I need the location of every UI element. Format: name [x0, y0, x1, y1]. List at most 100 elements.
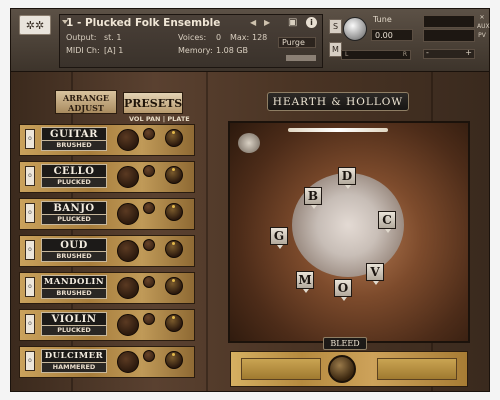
instrument-header: ✲✲ 1 - Plucked Folk Ensemble ◀ ▶ ▣ i Out… [11, 9, 490, 72]
instrument-info-box: 1 - Plucked Folk Ensemble ◀ ▶ ▣ i Output… [59, 14, 323, 68]
plate-reverb-knob[interactable] [165, 203, 183, 221]
mic-position-b[interactable]: B [304, 187, 322, 209]
articulation-label[interactable]: BRUSHED [41, 141, 107, 151]
bleed-right-slot [377, 358, 457, 380]
pan-left-label: L [345, 51, 349, 58]
arrange-label: ARRANGE [63, 93, 109, 103]
instrument-nameplate[interactable]: GUITAR BRUSHED [41, 127, 107, 153]
row-enable-toggle[interactable]: o [25, 314, 35, 334]
plate-reverb-knob[interactable] [165, 314, 183, 332]
articulation-label[interactable]: PLUCKED [41, 178, 107, 188]
pan-knob[interactable] [143, 128, 155, 140]
presets-button[interactable]: PRESETS [123, 92, 183, 114]
articulation-label[interactable]: BRUSHED [41, 289, 107, 299]
next-instrument-icon[interactable]: ▶ [264, 18, 270, 27]
midi-channel-value[interactable]: [A] 1 [104, 46, 123, 55]
articulation-label[interactable]: PLUCKED [41, 215, 107, 225]
instrument-body: ARRANGE ADJUST PRESETS VOL PAN | PLATE o… [11, 72, 489, 391]
plate-reverb-knob[interactable] [165, 351, 183, 369]
row-enable-toggle[interactable]: o [25, 166, 35, 186]
instrument-name[interactable]: 1 - Plucked Folk Ensemble [66, 17, 220, 29]
instrument-name-label: CELLO [41, 164, 107, 178]
instrument-name-label: VIOLIN [41, 312, 107, 326]
solo-button[interactable]: S [329, 19, 342, 34]
volume-knob[interactable] [117, 351, 139, 373]
instrument-nameplate[interactable]: CELLO PLUCKED [41, 164, 107, 190]
bleed-knob[interactable] [328, 355, 356, 383]
plate-reverb-knob[interactable] [165, 277, 183, 295]
instrument-row: o OUD BRUSHED [19, 235, 195, 267]
instrument-row: o CELLO PLUCKED [19, 161, 195, 193]
info-icon[interactable]: i [306, 17, 317, 28]
row-enable-toggle[interactable]: o [25, 203, 35, 223]
volume-plus-label: + [465, 48, 472, 57]
instrument-name-label: DULCIMER [41, 349, 107, 363]
plate-reverb-knob[interactable] [165, 240, 183, 258]
plate-reverb-knob[interactable] [165, 166, 183, 184]
volume-knob[interactable] [117, 314, 139, 336]
instrument-row: o MANDOLIN BRUSHED [19, 272, 195, 304]
pan-knob[interactable] [143, 239, 155, 251]
tune-knob[interactable] [343, 17, 367, 41]
pan-slider[interactable]: L R [341, 50, 411, 60]
plate-reverb-knob[interactable] [165, 129, 183, 147]
ceiling-light-bar [288, 128, 388, 132]
purge-dropdown[interactable]: Purge [278, 37, 316, 48]
pan-knob[interactable] [143, 350, 155, 362]
pan-knob[interactable] [143, 313, 155, 325]
volume-knob[interactable] [117, 129, 139, 151]
volume-knob[interactable] [117, 203, 139, 225]
mic-position-g[interactable]: G [270, 227, 288, 249]
pan-knob[interactable] [143, 276, 155, 288]
volume-slider[interactable]: - + [423, 48, 475, 59]
purge-indicator-bars [286, 55, 316, 61]
instrument-nameplate[interactable]: BANJO PLUCKED [41, 201, 107, 227]
tune-value-field[interactable]: 0.00 [371, 29, 413, 41]
instrument-nameplate[interactable]: OUD BRUSHED [41, 238, 107, 264]
row-enable-toggle[interactable]: o [25, 129, 35, 149]
side-icons-column: ✕ AUX PV [477, 13, 490, 40]
arrange-adjust-toggle[interactable]: ARRANGE ADJUST [55, 90, 117, 114]
pv-button[interactable]: PV [477, 31, 487, 40]
instrument-row: o GUITAR BRUSHED [19, 124, 195, 156]
voices-label: Voices: [178, 33, 207, 42]
instrument-nameplate[interactable]: VIOLIN PLUCKED [41, 312, 107, 338]
mixer-column-header: VOL PAN | PLATE [129, 115, 190, 123]
instrument-row: o BANJO PLUCKED [19, 198, 195, 230]
volume-knob[interactable] [117, 240, 139, 262]
mic-position-v[interactable]: V [366, 263, 384, 285]
mic-position-c[interactable]: C [378, 211, 396, 233]
memory-value: 1.08 GB [216, 46, 249, 55]
articulation-label[interactable]: PLUCKED [41, 326, 107, 336]
instrument-nameplate[interactable]: DULCIMER HAMMERED [41, 349, 107, 375]
row-enable-toggle[interactable]: o [25, 277, 35, 297]
pan-knob[interactable] [143, 165, 155, 177]
instrument-row: o VIOLIN PLUCKED [19, 309, 195, 341]
row-enable-toggle[interactable]: o [25, 240, 35, 260]
pan-right-label: R [402, 51, 407, 58]
lamp-icon [238, 133, 260, 153]
instrument-nameplate[interactable]: MANDOLIN BRUSHED [41, 275, 107, 301]
max-voices-value[interactable]: 128 [252, 33, 267, 42]
mic-position-d[interactable]: D [338, 167, 356, 189]
articulation-label[interactable]: BRUSHED [41, 252, 107, 262]
output-label: Output: [66, 33, 97, 42]
mic-position-m[interactable]: M [296, 271, 314, 293]
row-enable-toggle[interactable]: o [25, 351, 35, 371]
prev-instrument-icon[interactable]: ◀ [250, 18, 256, 27]
pan-knob[interactable] [143, 202, 155, 214]
articulation-label[interactable]: HAMMERED [41, 363, 107, 373]
close-icon[interactable]: ✕ [477, 13, 487, 22]
room-stage-view[interactable]: D B C G V M O [228, 121, 470, 343]
volume-knob[interactable] [117, 166, 139, 188]
kontakt-logo-button[interactable]: ✲✲ [19, 15, 51, 35]
aux-button[interactable]: AUX [477, 22, 490, 31]
output-value[interactable]: st. 1 [104, 33, 121, 42]
wood-grain-line [71, 72, 73, 391]
instrument-name-label: OUD [41, 238, 107, 252]
camera-icon[interactable]: ▣ [288, 17, 297, 28]
voices-value: 0 [216, 33, 222, 42]
volume-knob[interactable] [117, 277, 139, 299]
mic-position-o[interactable]: O [334, 279, 352, 301]
bleed-label: BLEED [323, 337, 367, 350]
